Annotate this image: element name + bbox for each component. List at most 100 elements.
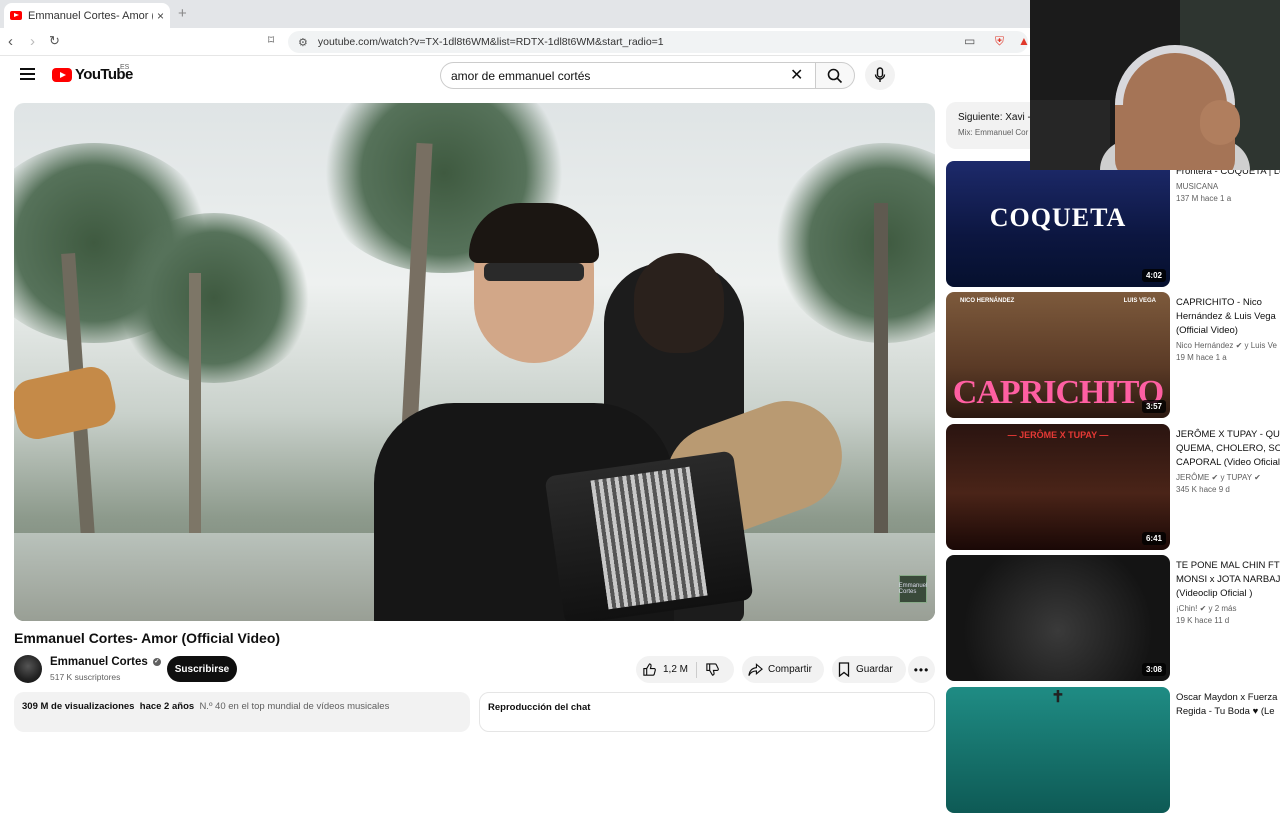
thumbnail-text: COQUETA — [989, 203, 1127, 232]
recommendation-item[interactable]: NICO HERNÁNDEZ LUIS VEGA CAPRICHITO 3:57… — [946, 292, 1280, 418]
microphone-icon — [874, 67, 886, 82]
youtube-play-icon — [52, 67, 72, 82]
thumbnail-text: CAPRICHITO — [952, 374, 1164, 411]
brave-shield-icon[interactable]: ⛨ — [995, 34, 1004, 49]
channel-name: Emmanuel Cortes — [50, 656, 148, 668]
new-tab-icon[interactable]: + — [178, 5, 187, 22]
recommendation-channel[interactable]: JERÔME ✔ y TUPAY ✔ — [1176, 473, 1280, 482]
webcam-background — [1030, 100, 1110, 170]
video-thumbnail[interactable]: COQUETA 4:02 — [946, 161, 1170, 287]
bass-headstock — [14, 363, 120, 443]
back-icon[interactable]: ‹ — [8, 33, 13, 50]
recommendation-title-line[interactable]: JERÔME X TUPAY - QUE — [1176, 428, 1280, 442]
rewards-icon[interactable]: ▲ — [1018, 34, 1030, 48]
search-query: amor de emmanuel cortés — [451, 68, 591, 83]
share-button[interactable]: Compartir — [742, 656, 824, 683]
duration-badge: 3:57 — [1141, 400, 1166, 413]
guitarist-head — [634, 253, 724, 353]
thumbnail-artist-right: LUIS VEGA — [1123, 298, 1156, 304]
channel-avatar[interactable] — [14, 655, 42, 683]
subscriber-count: 517 K suscriptores — [50, 672, 121, 682]
recommendation-title-line[interactable]: Regida - Tu Boda ♥ (Le — [1176, 705, 1280, 719]
tab-close-icon[interactable]: × — [157, 9, 164, 23]
accordion-grill — [590, 466, 708, 610]
menu-icon[interactable] — [20, 68, 35, 80]
recommendation-title-line[interactable]: Hernández & Luis Vega — [1176, 310, 1280, 324]
recommendation-item[interactable]: — JERÔME X TUPAY — 6:41 JERÔME X TUPAY -… — [946, 424, 1280, 550]
verified-icon: ✓ — [152, 658, 161, 666]
save-label: Guardar — [856, 664, 893, 675]
thumbnail-text: — JERÔME X TUPAY — — [1007, 430, 1109, 440]
like-dislike-group: 1,2 M — [636, 656, 734, 683]
recommendation-item[interactable]: 3:08 TE PONE MAL CHIN FT MONSI x JOTA NA… — [946, 555, 1280, 681]
video-thumbnail[interactable]: 3:08 — [946, 555, 1170, 681]
thumbnail-artist-left: NICO HERNÁNDEZ — [960, 298, 1015, 304]
youtube-favicon-icon — [10, 11, 22, 20]
recommendation-meta: 345 K hace 9 d — [1176, 485, 1230, 494]
more-icon: ••• — [913, 662, 930, 677]
upload-date: hace 2 años — [139, 701, 195, 712]
streamer-hand — [1200, 100, 1240, 145]
recommendation-title-line[interactable]: TE PONE MAL CHIN FT — [1176, 559, 1280, 573]
like-count[interactable]: 1,2 M — [663, 664, 688, 675]
forward-icon[interactable]: › — [30, 33, 35, 50]
recommendation-meta: 137 M hace 1 a — [1176, 194, 1232, 203]
recommendation-channel[interactable]: MUSICANA — [1176, 182, 1280, 191]
divider — [696, 661, 698, 678]
chat-replay-box[interactable]: Reproducción del chat — [479, 692, 935, 732]
recommendation-item[interactable]: ✝ Oscar Maydon x Fuerza Regida - Tu Boda… — [946, 687, 1280, 813]
recommendation-title-line[interactable]: QUEMA, CHOLERO, SOY — [1176, 442, 1280, 456]
browser-tab[interactable]: Emmanuel Cortes- Amor (Official Video) × — [4, 3, 170, 28]
cast-icon[interactable]: ▭ — [964, 34, 975, 48]
recommendation-channel[interactable]: ¡Chin! ✔ y 2 más — [1176, 604, 1280, 613]
channel-name-row[interactable]: Emmanuel Cortes ✓ — [50, 656, 161, 668]
search-input[interactable]: amor de emmanuel cortés — [440, 62, 815, 89]
save-button[interactable]: Guardar — [832, 656, 906, 683]
recommendation-meta: 19 M hace 1 a — [1176, 353, 1227, 362]
search-button[interactable] — [815, 62, 855, 89]
like-icon[interactable] — [642, 662, 657, 677]
voice-search-button[interactable] — [865, 60, 895, 90]
recommendation-title-line[interactable]: MONSI x JOTA NARBAJ — [1176, 573, 1280, 587]
video-thumbnail[interactable]: — JERÔME X TUPAY — 6:41 — [946, 424, 1170, 550]
share-label: Compartir — [768, 664, 812, 675]
chat-replay-label: Reproducción del chat — [488, 702, 591, 713]
dislike-icon[interactable] — [705, 662, 720, 677]
duration-badge: 3:08 — [1141, 663, 1166, 676]
chart-tag[interactable]: N.º 40 en el top mundial de vídeos music… — [199, 701, 389, 712]
bookmark-save-icon — [838, 662, 850, 677]
reload-icon[interactable]: ↻ — [49, 33, 60, 49]
recommendation-title-line[interactable]: CAPORAL (Video Oficial — [1176, 456, 1280, 470]
youtube-logo[interactable]: YouTube ES — [52, 64, 133, 83]
recommendation-channel[interactable]: Nico Hernández ✔ y Luis Ve — [1176, 341, 1280, 350]
tab-title: Emmanuel Cortes- Amor (Official Video) — [28, 9, 153, 22]
url-field[interactable]: ⚙ youtube.com/watch?v=TX-1dl8t6WM&list=R… — [288, 31, 1028, 53]
recommendation-title-line[interactable]: CAPRICHITO - Nico — [1176, 296, 1280, 310]
recommendation-title-line[interactable]: (Official Video) — [1176, 324, 1280, 338]
video-player[interactable]: Emmanuel Cortes — [14, 103, 935, 621]
duration-badge: 4:02 — [1141, 269, 1166, 282]
recommendation-title-line[interactable]: (Videoclip Oficial ) — [1176, 587, 1280, 601]
channel-watermark[interactable]: Emmanuel Cortes — [899, 575, 927, 603]
share-icon — [748, 662, 763, 676]
region-code: ES — [120, 64, 130, 71]
more-actions-button[interactable]: ••• — [908, 656, 935, 683]
duration-badge: 6:41 — [1141, 532, 1166, 545]
bookmark-icon[interactable]: ⌑ — [268, 33, 274, 47]
sunglasses — [484, 263, 584, 281]
video-thumbnail[interactable]: ✝ — [946, 687, 1170, 813]
view-count: 309 M de visualizaciones — [22, 701, 135, 712]
site-info-icon[interactable]: ⚙ — [298, 36, 308, 49]
recommendation-item[interactable]: COQUETA 4:02 Frontera - COQUETA | Le MUS… — [946, 161, 1280, 287]
clear-search-icon[interactable]: ✕ — [790, 65, 803, 85]
subscribe-button[interactable]: Suscribirse — [167, 656, 237, 682]
recommendation-title-line[interactable]: Oscar Maydon x Fuerza — [1176, 691, 1280, 705]
description-box[interactable]: 309 M de visualizaciones hace 2 años N.º… — [14, 692, 470, 732]
cross-icon: ✝ — [1051, 689, 1065, 706]
url-text: youtube.com/watch?v=TX-1dl8t6WM&list=RDT… — [317, 36, 664, 48]
watermark-text: Emmanuel Cortes — [898, 583, 928, 595]
video-thumbnail[interactable]: NICO HERNÁNDEZ LUIS VEGA CAPRICHITO 3:57 — [946, 292, 1170, 418]
palm-frond — [774, 143, 935, 343]
recommendation-meta: 19 K hace 11 d — [1176, 616, 1230, 625]
palm-frond — [114, 213, 314, 383]
